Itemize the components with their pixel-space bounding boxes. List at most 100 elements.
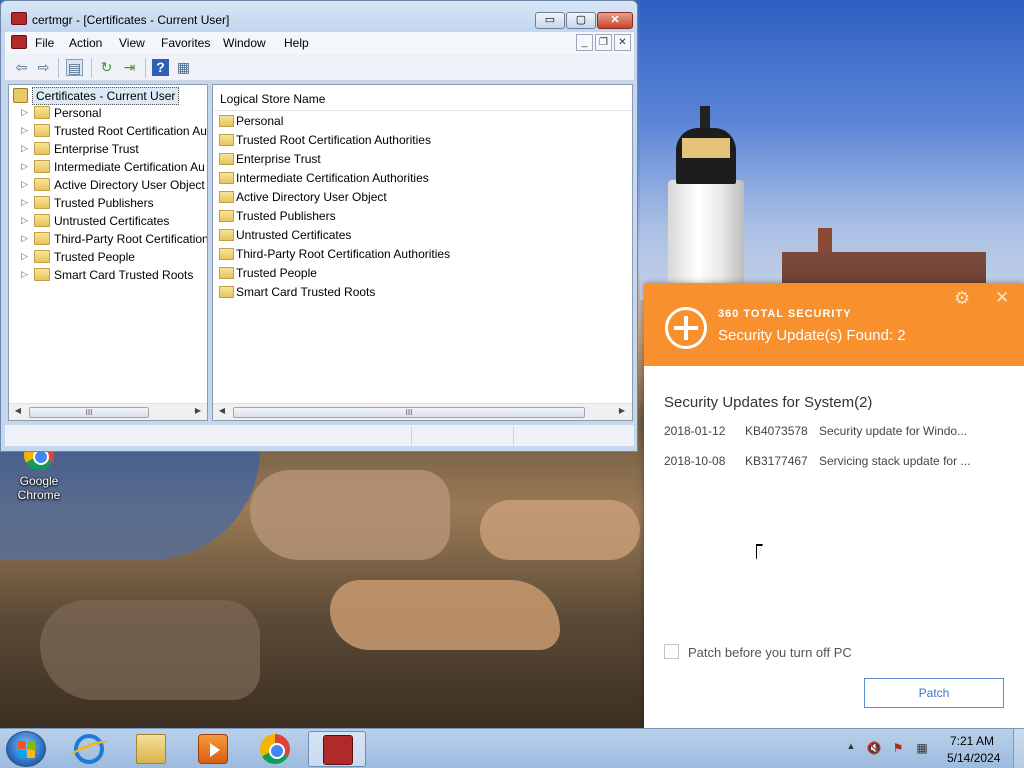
close-icon[interactable]: ✕ (995, 288, 1009, 308)
list-item-label: Trusted Root Certification Authorities (236, 133, 431, 147)
list-pane[interactable]: Logical Store Name Personal Trusted Root… (212, 84, 633, 421)
scroll-left-icon[interactable]: ◀ (11, 406, 25, 415)
maximize-button[interactable]: ▢ (566, 12, 596, 29)
patch-before-shutdown-label[interactable]: Patch before you turn off PC (688, 645, 852, 660)
folder-icon (219, 210, 234, 222)
refresh-icon[interactable]: ↻ (98, 59, 115, 76)
wallpaper-rock (330, 580, 560, 650)
list-item-label: Trusted Publishers (236, 209, 336, 223)
folder-icon (219, 248, 234, 260)
help-icon[interactable]: ? (152, 59, 169, 76)
update-kb: KB3177467 (745, 454, 808, 468)
scroll-thumb[interactable]: III (233, 407, 585, 418)
patch-button[interactable]: Patch (864, 678, 1004, 708)
expand-arrow-icon[interactable]: ▷ (21, 143, 28, 154)
mdi-restore-button[interactable]: ❐ (595, 34, 612, 51)
menu-action[interactable]: Action (69, 36, 102, 50)
folder-icon (34, 124, 50, 137)
folder-icon (136, 734, 166, 764)
expand-arrow-icon[interactable]: ▷ (21, 251, 28, 262)
folder-icon (34, 160, 50, 173)
taskbar-certmgr[interactable] (308, 731, 366, 767)
status-segment (513, 427, 634, 445)
minimize-button[interactable]: ▭ (535, 12, 565, 29)
wallpaper-rock (250, 470, 450, 560)
expand-arrow-icon[interactable]: ▷ (21, 161, 28, 172)
expand-arrow-icon[interactable]: ▷ (21, 269, 28, 280)
scroll-right-icon[interactable]: ▶ (615, 406, 629, 415)
mdi-minimize-button[interactable]: _ (576, 34, 593, 51)
taskbar-windows-explorer[interactable] (122, 731, 180, 767)
menu-favorites[interactable]: Favorites (161, 36, 210, 50)
folder-icon (219, 267, 234, 279)
folder-icon (219, 153, 234, 165)
back-icon[interactable]: ⇦ (13, 59, 30, 76)
list-item-label: Personal (236, 114, 284, 128)
show-desktop-button[interactable] (1013, 729, 1024, 768)
folder-icon (34, 232, 50, 245)
folder-icon (34, 142, 50, 155)
menu-view[interactable]: View (119, 36, 145, 50)
tree-pane[interactable]: Certificates - Current User ▷ Personal ▷… (8, 84, 208, 421)
show-hide-tree-icon[interactable]: ▤ (66, 59, 83, 76)
network-icon[interactable]: ▦ (914, 741, 930, 757)
list-item-label: Untrusted Certificates (236, 228, 352, 242)
patch-before-shutdown-checkbox[interactable] (664, 644, 679, 659)
expand-arrow-icon[interactable]: ▷ (21, 179, 28, 190)
clock-time[interactable]: 7:21 AM (950, 734, 994, 748)
list-item-label: Active Directory User Object (236, 190, 387, 204)
scroll-left-icon[interactable]: ◀ (215, 406, 229, 415)
menu-window[interactable]: Window (223, 36, 266, 50)
window-title: certmgr - [Certificates - Current User] (32, 13, 230, 27)
close-button[interactable]: ✕ (597, 12, 633, 29)
update-date: 2018-01-12 (664, 424, 726, 438)
action-center-icon[interactable]: ⚑ (890, 741, 906, 757)
mdi-close-button[interactable]: ✕ (614, 34, 631, 51)
internet-explorer-icon (74, 734, 104, 764)
forward-icon[interactable]: ⇨ (35, 59, 52, 76)
windows-logo-icon-part (27, 750, 35, 758)
taskbar: ▲ 🔇 ⚑ ▦ 7:21 AM 5/14/2024 (0, 728, 1024, 768)
tree-item-label: Enterprise Trust (54, 142, 139, 156)
update-date: 2018-10-08 (664, 454, 726, 468)
expand-arrow-icon[interactable]: ▷ (21, 197, 28, 208)
column-header-label: Logical Store Name (220, 92, 326, 106)
menu-file[interactable]: File (35, 36, 54, 50)
tree-item-label: Untrusted Certificates (54, 214, 170, 228)
wallpaper-rock (40, 600, 260, 700)
expand-arrow-icon[interactable]: ▷ (21, 215, 28, 226)
certmgr-app-icon[interactable] (11, 12, 27, 25)
column-header-logical-store-name[interactable]: Logical Store Name (213, 87, 632, 111)
expand-arrow-icon[interactable]: ▷ (21, 107, 28, 118)
list-horizontal-scrollbar[interactable]: ◀ III ▶ (213, 403, 632, 420)
certificates-icon (13, 88, 28, 103)
properties-icon[interactable]: ▦ (175, 59, 192, 76)
console-menu-icon[interactable] (11, 35, 27, 49)
status-bar (5, 424, 634, 446)
toolbar: ⇦ ⇨ ▤ ↻ ⇥ ? ▦ (5, 54, 634, 81)
taskbar-google-chrome[interactable] (246, 731, 304, 767)
export-list-icon[interactable]: ⇥ (121, 59, 138, 76)
show-hidden-icons-icon[interactable]: ▲ (843, 741, 859, 757)
volume-muted-icon[interactable]: 🔇 (866, 741, 882, 757)
taskbar-media-player[interactable] (184, 731, 242, 767)
tree-horizontal-scrollbar[interactable]: ◀ III ▶ (9, 403, 207, 420)
expand-arrow-icon[interactable]: ▷ (21, 125, 28, 136)
start-button[interactable] (6, 731, 46, 767)
window-titlebar[interactable]: certmgr - [Certificates - Current User] … (1, 1, 637, 31)
clock-date[interactable]: 5/14/2024 (947, 751, 1000, 765)
taskbar-internet-explorer[interactable] (60, 731, 118, 767)
menu-bar: File Action View Favorites Window Help _… (5, 32, 634, 54)
wallpaper-lighthouse-glass (682, 138, 730, 158)
updates-section-title: Security Updates for System(2) (664, 394, 873, 411)
folder-icon (219, 229, 234, 241)
gear-icon[interactable]: ⚙ (954, 288, 970, 309)
status-segment (411, 427, 511, 445)
menu-help[interactable]: Help (284, 36, 309, 50)
360-plus-logo-icon (665, 307, 707, 349)
folder-icon (34, 214, 50, 227)
expand-arrow-icon[interactable]: ▷ (21, 233, 28, 244)
scroll-right-icon[interactable]: ▶ (191, 406, 205, 415)
wallpaper-lighthouse-cap (700, 106, 710, 128)
scroll-thumb[interactable]: III (29, 407, 149, 418)
